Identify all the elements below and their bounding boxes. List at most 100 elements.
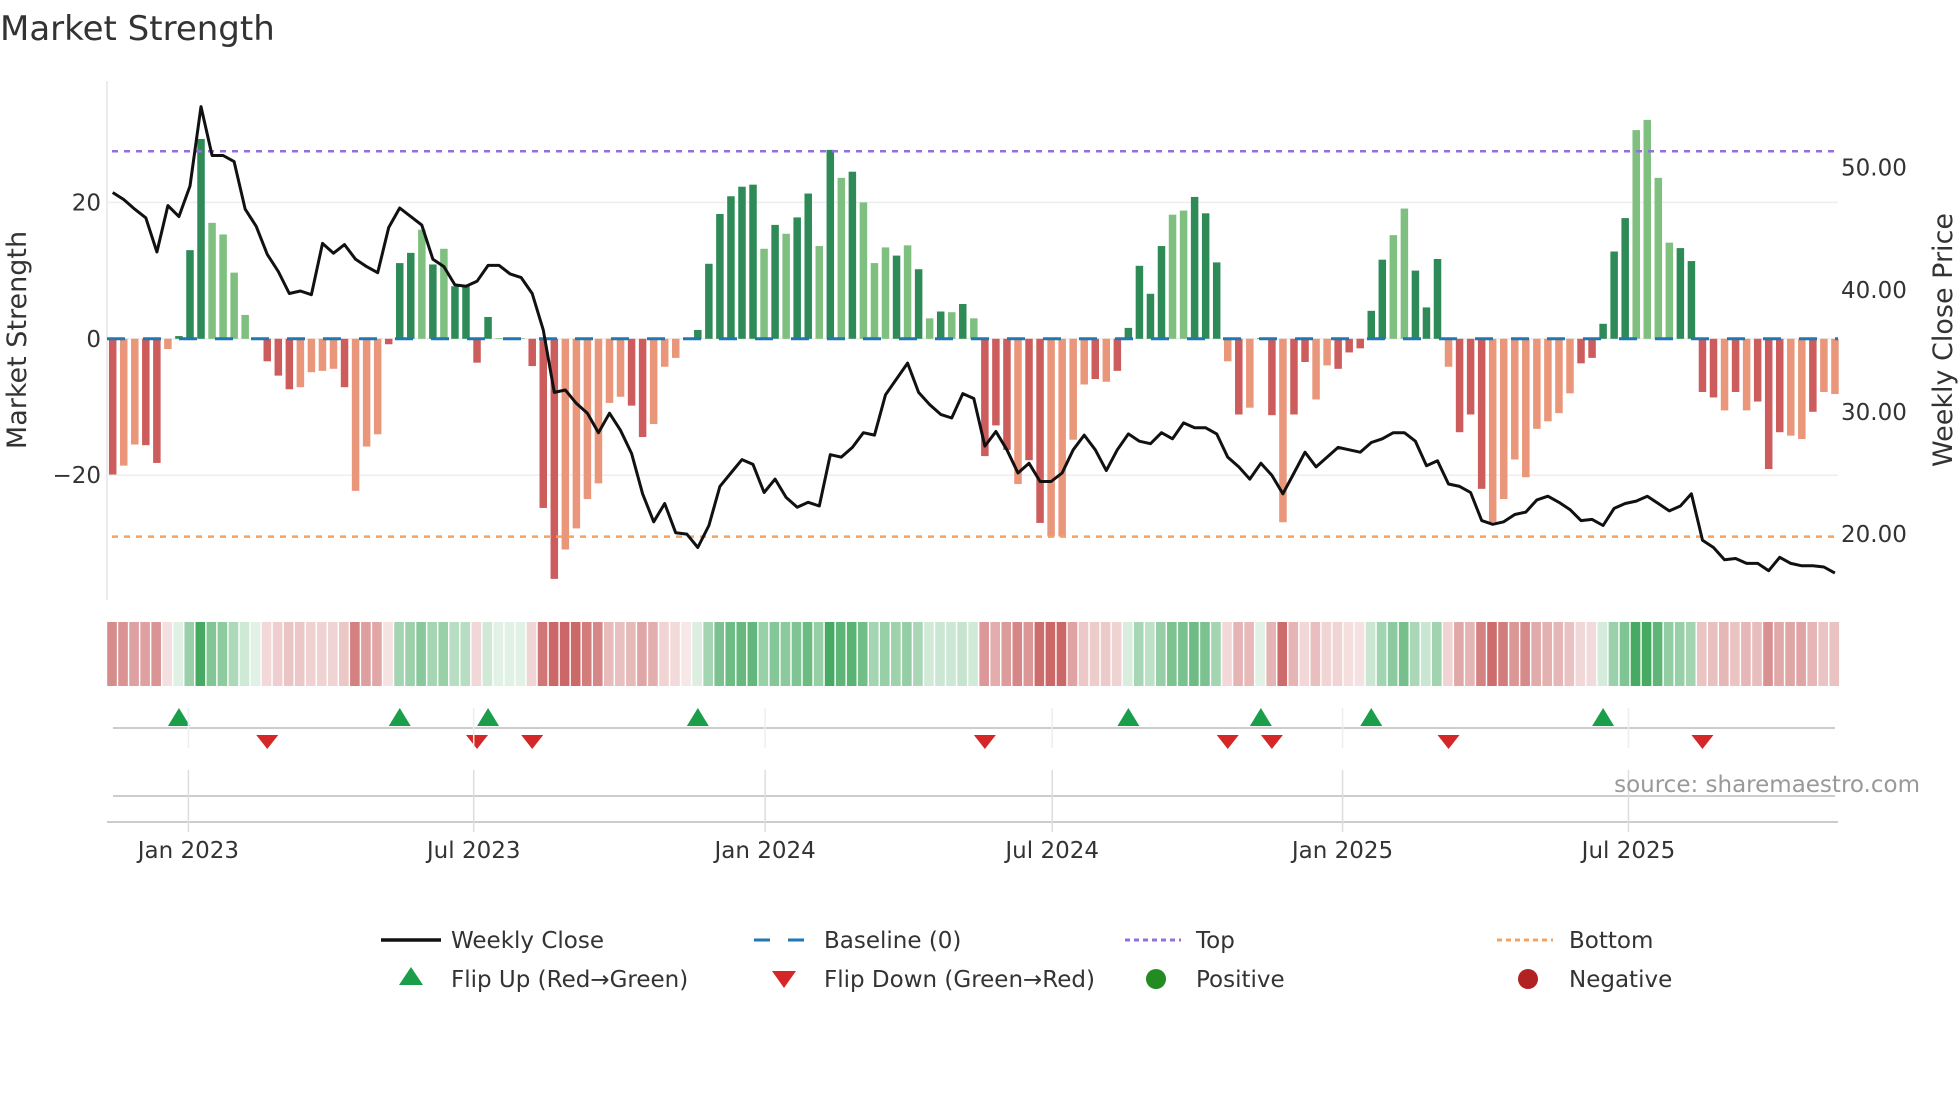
flip-markers <box>107 708 1838 823</box>
strength-bar <box>119 338 128 466</box>
heatmap-cell <box>328 622 338 686</box>
heatmap-cell <box>1531 622 1541 686</box>
strength-bar <box>1831 338 1839 395</box>
heatmap-cell <box>648 622 658 686</box>
flip-down-marker <box>256 735 279 749</box>
strength-bar <box>1047 338 1055 537</box>
heatmap-cell <box>1818 622 1828 686</box>
flip-down-marker <box>1437 735 1460 749</box>
strength-bar <box>705 263 713 339</box>
heatmap-cell <box>1807 622 1817 686</box>
heatmap-cell <box>1189 622 1199 686</box>
strength-bar <box>649 338 658 425</box>
heatmap-cell <box>824 622 835 686</box>
heatmap-cell <box>1244 622 1254 686</box>
strength-bar <box>1146 293 1155 339</box>
strength-bar <box>1014 338 1022 485</box>
negative-legend-icon <box>1518 969 1538 989</box>
strength-bar <box>1731 338 1740 392</box>
flip-up-marker <box>388 708 411 726</box>
heatmap-cell <box>1575 622 1586 686</box>
strength-bar <box>1775 338 1784 433</box>
heatmap-cell <box>758 622 769 686</box>
legend-label-weekly-close: Weekly Close <box>451 928 604 954</box>
strength-bar <box>1477 338 1486 489</box>
heatmap-cell <box>736 622 747 686</box>
strength-bar <box>1400 208 1409 339</box>
strength-bar <box>1345 338 1353 353</box>
strength-bar <box>727 196 735 339</box>
heatmap-cell <box>184 622 195 686</box>
heatmap-cell <box>272 622 283 686</box>
heatmap-cell <box>592 622 603 686</box>
heatmap-cell <box>294 622 305 686</box>
y2-tick-label: 20.00 <box>1841 522 1907 548</box>
heatmap-cell <box>438 622 448 686</box>
strength-bar <box>1665 242 1674 339</box>
heatmap-cell <box>449 622 460 686</box>
heatmap-cell <box>1288 622 1299 686</box>
strength-bar <box>1389 235 1398 339</box>
heatmap-cell <box>129 622 139 686</box>
strength-bar <box>738 186 746 339</box>
y-axis-label: Market Strength <box>2 231 33 449</box>
legend-label-bottom: Bottom <box>1569 928 1653 954</box>
strength-bar <box>351 338 360 491</box>
heatmap-cell <box>1012 622 1023 686</box>
strength-bar <box>1544 338 1552 422</box>
strength-bar <box>1720 338 1729 411</box>
strength-bar <box>1080 338 1088 385</box>
heatmap-cell <box>1641 622 1652 686</box>
heatmap-cell <box>1045 622 1056 686</box>
x-axis-ticks: Jan 2023 Jul 2023 Jan 2024 Jul 2024 Jan 2025… <box>136 708 1675 864</box>
strength-bar <box>1157 246 1166 339</box>
flip-down-marker <box>973 735 996 749</box>
heatmap-cell <box>1398 622 1409 686</box>
strength-bar <box>296 338 305 388</box>
heatmap-cell <box>1111 622 1122 686</box>
heatmap-cell <box>968 622 978 686</box>
strength-bar <box>1588 338 1596 358</box>
heatmap-cell <box>913 622 923 686</box>
strength-bar <box>1599 323 1607 339</box>
strength-bar <box>760 248 768 339</box>
heatmap-cell <box>1034 622 1045 686</box>
heatmap-cell <box>1586 622 1597 686</box>
heatmap-cell <box>703 622 713 686</box>
legend-label-positive: Positive <box>1196 967 1285 993</box>
strength-bar <box>473 338 481 363</box>
heatmap-cell <box>637 622 647 686</box>
strength-bar <box>197 138 205 339</box>
heatmap-cell <box>1167 622 1177 686</box>
y-tick-label: 20 <box>72 190 101 216</box>
strength-bar <box>870 263 879 339</box>
heatmap-cell <box>846 622 857 686</box>
strength-bar <box>815 246 824 339</box>
strength-bar <box>1787 338 1795 436</box>
heatmap-cell <box>714 622 724 686</box>
heatmap-cell <box>471 622 482 686</box>
strength-bar <box>1378 259 1387 339</box>
strength-bar <box>1323 338 1331 366</box>
heatmap-cell <box>924 622 934 686</box>
strength-bar <box>1223 338 1232 362</box>
heatmap-cell <box>1122 622 1133 686</box>
strength-bar <box>1422 307 1431 339</box>
heatmap-cell <box>791 622 802 686</box>
heatmap-cell <box>1222 622 1232 686</box>
strength-bar <box>959 304 967 339</box>
heatmap-cell <box>615 622 625 686</box>
heatmap-cell <box>118 622 128 686</box>
strength-bar <box>153 338 161 463</box>
strength-bar <box>992 338 1000 426</box>
heatmap-cell <box>151 622 161 686</box>
heatmap-cell <box>1354 622 1365 686</box>
strength-bar <box>638 338 647 438</box>
heatmap-cell <box>383 622 393 686</box>
strength-bar <box>771 224 779 339</box>
strength-bar <box>186 250 194 339</box>
heatmap-cell <box>659 622 669 686</box>
flip-up-marker <box>167 708 190 726</box>
flip-down-marker <box>1260 735 1283 749</box>
heatmap-cell <box>1266 622 1276 686</box>
